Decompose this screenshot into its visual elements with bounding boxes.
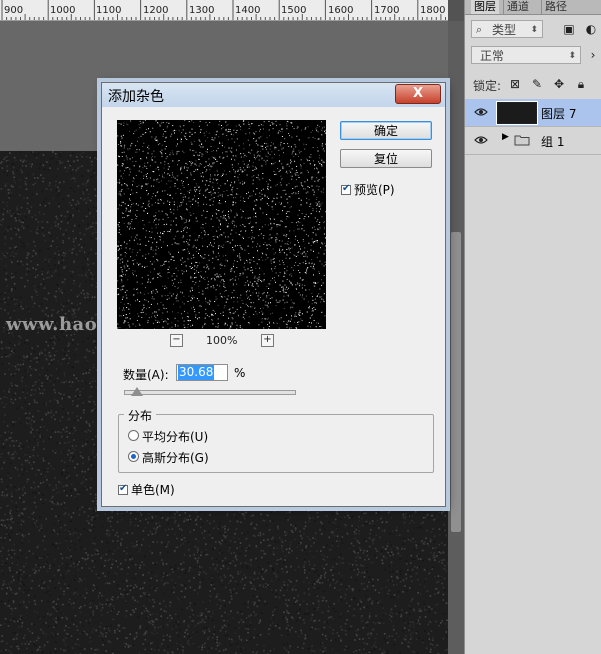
add-noise-dialog: 添加杂色 X − 100% + 确定 复位 ✔ 预览(P) 数量(A): 30.…: [101, 82, 446, 507]
zoom-out-button[interactable]: −: [170, 334, 183, 347]
scrollbar-thumb[interactable]: [451, 232, 461, 532]
panel-tab-bar: 图层 通道 路径: [465, 0, 601, 15]
layers-panel: 图层 通道 路径 ⌕ 类型 ⬍ ▣ ◐ 正常 ⬍ › 锁定: ⊠ ✎ ✥ 🔒︎ …: [464, 0, 601, 654]
ruler-label: 1400: [235, 5, 261, 16]
layer-thumbnail[interactable]: [497, 102, 537, 124]
uniform-label[interactable]: 平均分布(U): [142, 428, 208, 445]
ruler-label: 1000: [50, 5, 76, 16]
expand-arrow-icon[interactable]: ▶: [502, 132, 509, 142]
close-button[interactable]: X: [395, 84, 441, 104]
folder-icon: [514, 135, 530, 146]
ruler-label: 1200: [143, 5, 169, 16]
amount-input[interactable]: 30.68: [176, 364, 228, 381]
ok-button[interactable]: 确定: [340, 121, 432, 140]
search-icon: ⌕: [476, 23, 483, 36]
check-icon: ✔: [119, 483, 128, 494]
blend-mode-select[interactable]: 正常 ⬍: [471, 46, 581, 64]
ruler-label: 1500: [281, 5, 307, 16]
layer-name[interactable]: 组 1: [541, 133, 564, 150]
layer-name[interactable]: 图层 7: [541, 105, 576, 122]
ruler-label: 900: [4, 5, 24, 16]
lock-label: 锁定:: [473, 79, 502, 93]
filter-kind-value: 类型: [492, 23, 517, 37]
ruler-label: 1700: [374, 5, 400, 16]
radio-dot: [131, 454, 136, 459]
blend-mode-value: 正常: [480, 49, 505, 63]
lock-row: 锁定: ⊠ ✎ ✥ 🔒︎: [465, 73, 601, 95]
uniform-radio[interactable]: [128, 430, 139, 441]
adjustment-filter-icon[interactable]: ◐: [583, 21, 599, 37]
dialog-title: 添加杂色: [108, 89, 164, 105]
layer-row-layer-7[interactable]: 图层 7: [465, 99, 601, 127]
filter-preview[interactable]: [117, 120, 326, 329]
ruler-label: 1300: [189, 5, 215, 16]
tab-channels[interactable]: 通道: [503, 0, 532, 14]
reset-button[interactable]: 复位: [340, 149, 432, 168]
distribution-label: 分布: [124, 407, 157, 424]
preview-label[interactable]: 预览(P): [354, 181, 395, 198]
layer-row-group-1[interactable]: ▶ 组 1: [465, 127, 601, 155]
gaussian-label[interactable]: 高斯分布(G): [142, 449, 209, 466]
monochrome-checkbox[interactable]: ✔: [118, 483, 128, 495]
updown-arrow-icon: ⬍: [530, 25, 538, 35]
lock-transparency-icon[interactable]: ⊠: [507, 76, 523, 92]
preview-checkbox[interactable]: ✔: [341, 183, 351, 195]
ruler-label: 1600: [328, 5, 354, 16]
amount-slider[interactable]: [124, 390, 296, 395]
lock-all-icon[interactable]: 🔒︎: [573, 76, 589, 92]
tab-paths[interactable]: 路径: [541, 0, 570, 14]
lock-position-icon[interactable]: ✥: [551, 76, 567, 92]
layer-filter-select[interactable]: ⌕ 类型 ⬍: [471, 20, 543, 38]
eye-icon[interactable]: [474, 134, 488, 146]
check-icon: ✔: [342, 183, 351, 194]
gaussian-radio[interactable]: [128, 451, 139, 462]
tab-layers[interactable]: 图层: [471, 0, 499, 14]
amount-slider-thumb[interactable]: [131, 387, 144, 396]
preview-noise-texture: [117, 120, 326, 329]
zoom-level: 100%: [206, 334, 238, 347]
amount-unit: %: [234, 366, 246, 380]
ruler-label: 1100: [96, 5, 122, 16]
ruler-label: 1800: [420, 5, 446, 16]
zoom-in-button[interactable]: +: [261, 334, 274, 347]
dialog-titlebar[interactable]: 添加杂色 X: [102, 83, 445, 107]
image-filter-icon[interactable]: ▣: [561, 21, 577, 37]
updown-arrow-icon: ⬍: [568, 51, 576, 61]
amount-label: 数量(A):: [123, 368, 169, 382]
eye-icon[interactable]: [474, 106, 488, 118]
monochrome-label[interactable]: 单色(M): [131, 481, 175, 498]
lock-brush-icon[interactable]: ✎: [529, 76, 545, 92]
horizontal-ruler: 900 1000 1100 1200 1300 1400 1500 1600 1…: [0, 0, 448, 21]
opacity-arrow-icon[interactable]: ›: [585, 47, 601, 63]
amount-value: 30.68: [178, 365, 215, 380]
